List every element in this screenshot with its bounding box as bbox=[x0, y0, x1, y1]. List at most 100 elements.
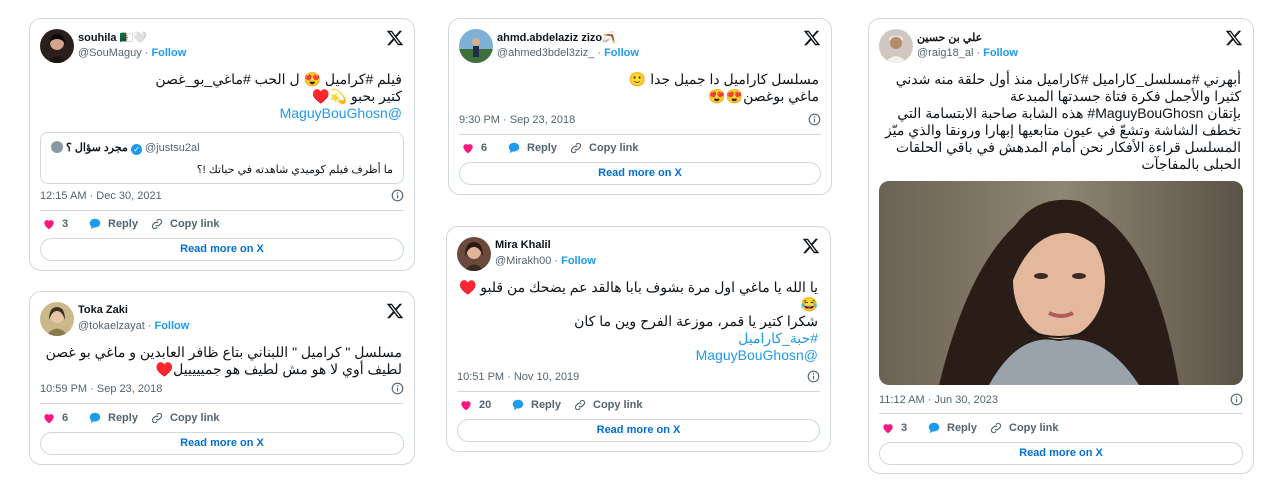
read-more-button[interactable]: Read more on X bbox=[459, 162, 821, 185]
read-more-button[interactable]: Read more on X bbox=[40, 432, 404, 455]
tweet-line-text: لطيف أوي لا هو مش لطيف هو جميييييل♥️ bbox=[155, 361, 402, 377]
avatar[interactable] bbox=[457, 237, 491, 271]
copy-link-button[interactable]: Copy link bbox=[569, 141, 639, 155]
tweet-line: ماغي بوغصن😍😍 bbox=[459, 88, 819, 105]
info-icon[interactable] bbox=[1230, 393, 1243, 406]
author-name[interactable]: Mira Khalil bbox=[495, 239, 551, 251]
quoted-tweet-text: ما أظرف فيلم كوميدي شاهدته في حياتك !؟ bbox=[196, 164, 393, 176]
quoted-tweet-header: مجرد سؤال ؟ ✓ @justsu2al bbox=[51, 141, 200, 155]
info-icon[interactable] bbox=[808, 113, 821, 126]
author-handle[interactable]: @Mirakh00 bbox=[495, 255, 551, 267]
hashtag-text: #حبة_كاراميل bbox=[738, 330, 818, 346]
author-name[interactable]: souhila 🇩🇿🤍 bbox=[78, 31, 147, 44]
copy-link-label: Copy link bbox=[170, 412, 220, 424]
avatar[interactable] bbox=[40, 302, 74, 336]
tweet-line: فيلم #كراميل 😍 ل الحب #ماغي_بو_غصن bbox=[40, 71, 402, 88]
tweet-card: Toka Zaki @tokaelzayat · Follow مسلسل " كر… bbox=[29, 291, 415, 465]
info-icon[interactable] bbox=[807, 370, 820, 383]
author-name[interactable]: ahmd.abdelaziz zizo🪃 bbox=[497, 31, 616, 44]
info-icon[interactable] bbox=[391, 189, 404, 202]
mention-text: @MaguyBouGhosn bbox=[695, 347, 818, 363]
timestamp-link[interactable]: 10:59 PM · Sep 23, 2018 bbox=[40, 383, 162, 395]
tweet-line-text: ماغي بوغصن😍😍 bbox=[708, 88, 819, 104]
reply-label: Reply bbox=[947, 422, 977, 434]
read-more-button[interactable]: Read more on X bbox=[40, 238, 404, 261]
action-bar: 6 Reply Copy link bbox=[40, 411, 404, 427]
x-logo-icon[interactable] bbox=[386, 302, 404, 320]
read-more-button[interactable]: Read more on X bbox=[879, 442, 1243, 465]
reply-button[interactable]: Reply bbox=[88, 217, 138, 231]
avatar[interactable] bbox=[40, 29, 74, 63]
read-more-button[interactable]: Read more on X bbox=[457, 419, 820, 442]
reply-label: Reply bbox=[527, 142, 557, 154]
like-count: 6 bbox=[481, 142, 488, 154]
like-button[interactable]: 6 bbox=[42, 411, 68, 425]
reply-button[interactable]: Reply bbox=[88, 411, 138, 425]
author-name[interactable]: Toka Zaki bbox=[78, 304, 128, 316]
timestamp-link[interactable]: 9:30 PM · Sep 23, 2018 bbox=[459, 114, 575, 126]
copy-link-button[interactable]: Copy link bbox=[989, 421, 1059, 435]
heart-icon bbox=[463, 144, 473, 154]
timestamp-link[interactable]: 10:51 PM · Nov 10, 2019 bbox=[457, 371, 579, 383]
copy-link-button[interactable]: Copy link bbox=[150, 217, 220, 231]
follow-button[interactable]: Follow bbox=[151, 47, 186, 59]
tweet-text: يا الله يا ماغي اول مرة بشوف بابا هالقد … bbox=[457, 279, 818, 364]
follow-button[interactable]: Follow bbox=[604, 47, 639, 59]
quoted-author-handle: @justsu2al bbox=[144, 142, 200, 154]
like-button[interactable]: 6 bbox=[461, 141, 487, 155]
mention-link[interactable]: @MaguyBouGhosn bbox=[40, 105, 402, 122]
mention-link[interactable]: @MaguyBouGhosn bbox=[457, 347, 818, 364]
x-logo-icon[interactable] bbox=[386, 29, 404, 47]
tweet-line-text: كتير بحبو 💫♥️ bbox=[312, 88, 402, 104]
reply-button[interactable]: Reply bbox=[511, 398, 561, 412]
x-logo-icon[interactable] bbox=[1225, 29, 1243, 47]
copy-link-label: Copy link bbox=[1009, 422, 1059, 434]
link-icon bbox=[570, 142, 582, 154]
tweet-media-image[interactable] bbox=[879, 181, 1243, 385]
tweet-line: بإتقان MaguyBouGhosn# هذه الشابة صاحبة ا… bbox=[879, 105, 1241, 122]
tweet-header: souhila 🇩🇿🤍 @SouMaguy · Follow bbox=[40, 29, 404, 69]
timestamp-link[interactable]: 12:15 AM · Dec 30, 2021 bbox=[40, 190, 162, 202]
timestamp-link[interactable]: 11:12 AM · Jun 30, 2023 bbox=[879, 394, 998, 406]
info-icon[interactable] bbox=[391, 382, 404, 395]
tweet-line: تخطف الشاشة وتشعّ في عيون متابعيها إبهار… bbox=[879, 122, 1241, 139]
author-handle[interactable]: @SouMaguy bbox=[78, 47, 142, 59]
quoted-author-name: مجرد سؤال ؟ bbox=[66, 142, 128, 154]
reply-button[interactable]: Reply bbox=[507, 141, 557, 155]
heart-icon bbox=[461, 401, 471, 411]
x-logo-icon[interactable] bbox=[802, 237, 820, 255]
author-handle[interactable]: @tokaelzayat bbox=[78, 320, 145, 332]
tweet-header: ahmd.abdelaziz zizo🪃 @ahmed3bdel3ziz_ · Fo… bbox=[459, 29, 821, 69]
tweet-line-text: فيلم #كراميل 😍 ل الحب #ماغي_بو_غصن bbox=[155, 71, 402, 87]
like-button[interactable]: 3 bbox=[881, 421, 907, 435]
like-count: 6 bbox=[62, 412, 69, 424]
separator-dot: · bbox=[144, 47, 149, 59]
like-button[interactable]: 3 bbox=[42, 217, 68, 231]
tweet-header: Toka Zaki @tokaelzayat · Follow bbox=[40, 302, 404, 342]
copy-link-button[interactable]: Copy link bbox=[573, 398, 643, 412]
author-name[interactable]: علي بن حسين bbox=[917, 31, 982, 44]
reply-label: Reply bbox=[108, 218, 138, 230]
tweet-line-text: المسلسل قراءة الأفكار نحن أمام المدهش في… bbox=[895, 139, 1241, 155]
follow-button[interactable]: Follow bbox=[561, 255, 596, 267]
tweet-line: أبهرني #مسلسل_كاراميل #كاراميل منذ أول ح… bbox=[879, 71, 1241, 88]
tweet-line-text: مسلسل " كراميل " اللبناني بتاع ظافر العا… bbox=[45, 344, 402, 360]
quoted-tweet[interactable]: مجرد سؤال ؟ ✓ @justsu2al ما أظرف فيلم كو… bbox=[40, 132, 404, 184]
reply-bubble-icon bbox=[508, 142, 520, 154]
follow-button[interactable]: Follow bbox=[983, 47, 1018, 59]
reply-button[interactable]: Reply bbox=[927, 421, 977, 435]
x-logo-icon[interactable] bbox=[803, 29, 821, 47]
separator-dot: · bbox=[597, 47, 602, 59]
tweet-line: الحبلى بالمفاجآت bbox=[879, 156, 1241, 173]
verified-badge-icon: ✓ bbox=[130, 144, 142, 155]
like-button[interactable]: 20 bbox=[459, 398, 491, 412]
author-subline: @raig18_al · Follow bbox=[917, 47, 1018, 59]
avatar[interactable] bbox=[459, 29, 493, 63]
copy-link-button[interactable]: Copy link bbox=[150, 411, 220, 425]
tweet-text: أبهرني #مسلسل_كاراميل #كاراميل منذ أول ح… bbox=[879, 71, 1241, 173]
hashtag-link[interactable]: #حبة_كاراميل bbox=[457, 330, 818, 347]
author-handle[interactable]: @raig18_al bbox=[917, 47, 973, 59]
follow-button[interactable]: Follow bbox=[154, 320, 189, 332]
author-handle[interactable]: @ahmed3bdel3ziz_ bbox=[497, 47, 594, 59]
avatar[interactable] bbox=[879, 29, 913, 63]
